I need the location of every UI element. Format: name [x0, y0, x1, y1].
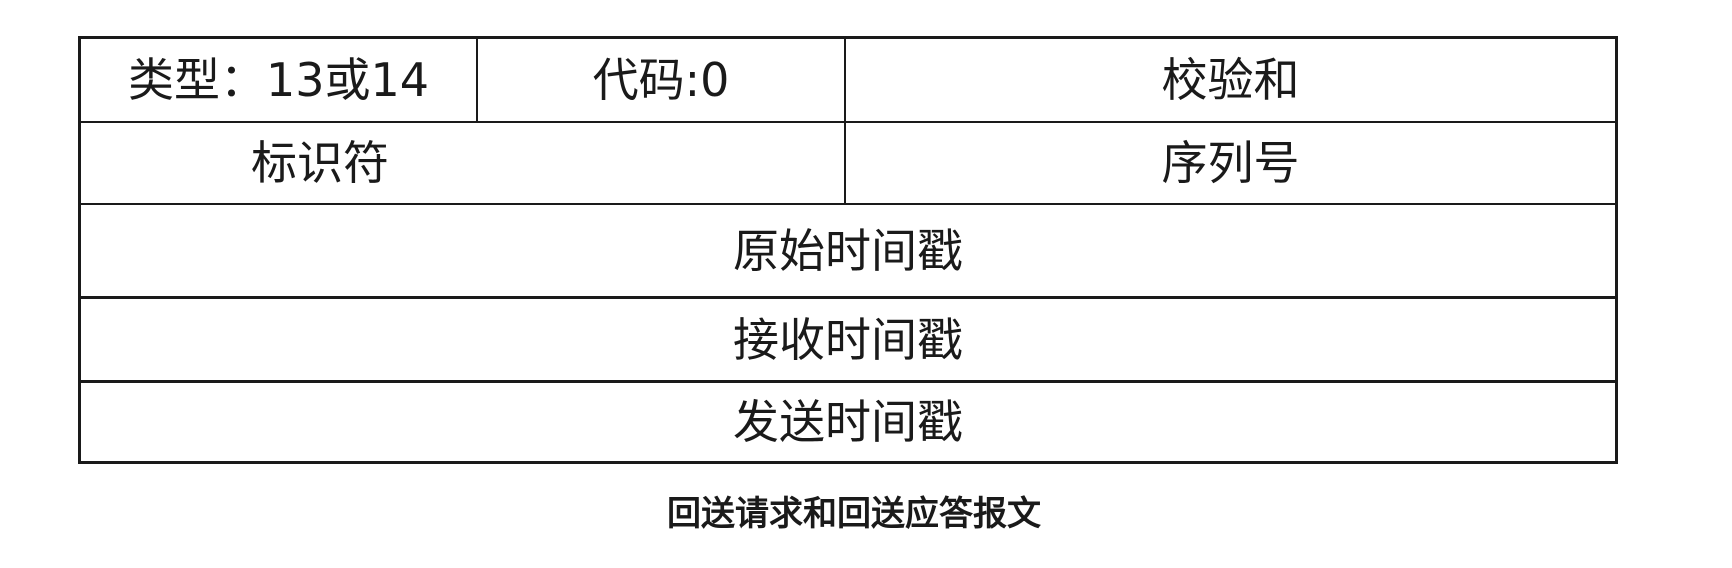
id-seq-row: 标识符 序列号: [81, 123, 1615, 205]
receive-timestamp-row: 接收时间戳: [81, 299, 1615, 383]
sequence-number-field: 序列号: [844, 123, 1615, 203]
originate-timestamp-row: 原始时间戳: [81, 205, 1615, 299]
figure-caption: 回送请求和回送应答报文: [667, 494, 1041, 534]
receive-timestamp-field: 接收时间戳: [733, 312, 963, 367]
timestamp-message-format-table: 类型：13或14 代码:0 校验和 标识符 序列号 原始时间戳 接收时间戳 发送…: [78, 36, 1618, 464]
code-field: 代码:0: [476, 39, 844, 121]
originate-timestamp-field: 原始时间戳: [733, 223, 963, 278]
identifier-field: 标识符: [251, 136, 389, 190]
transmit-timestamp-row: 发送时间戳: [81, 383, 1615, 461]
type-field: 类型：13或14: [127, 53, 430, 107]
transmit-timestamp-field: 发送时间戳: [733, 395, 963, 449]
header-row: 类型：13或14 代码:0 校验和: [81, 39, 1615, 123]
checksum-field: 校验和: [844, 39, 1615, 121]
